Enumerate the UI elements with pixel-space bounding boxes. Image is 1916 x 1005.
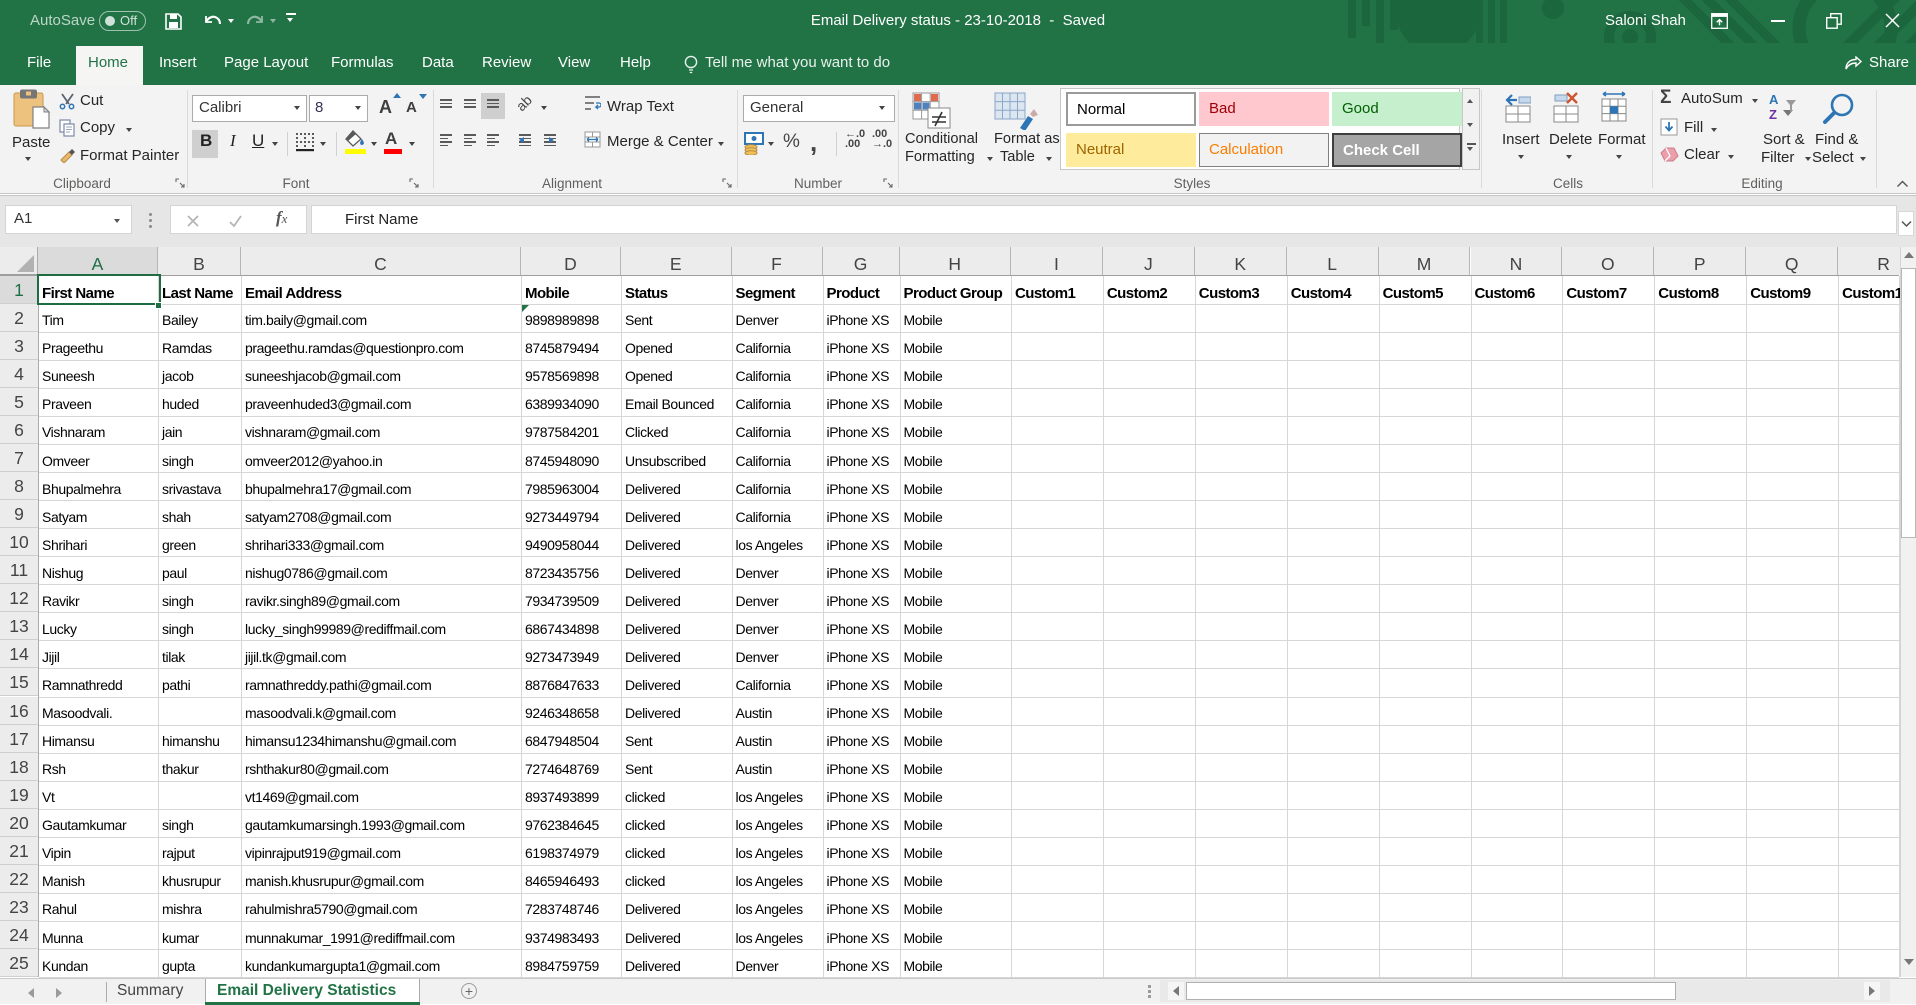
svg-text:A: A — [1769, 92, 1779, 107]
svg-text:Z: Z — [1769, 107, 1777, 122]
